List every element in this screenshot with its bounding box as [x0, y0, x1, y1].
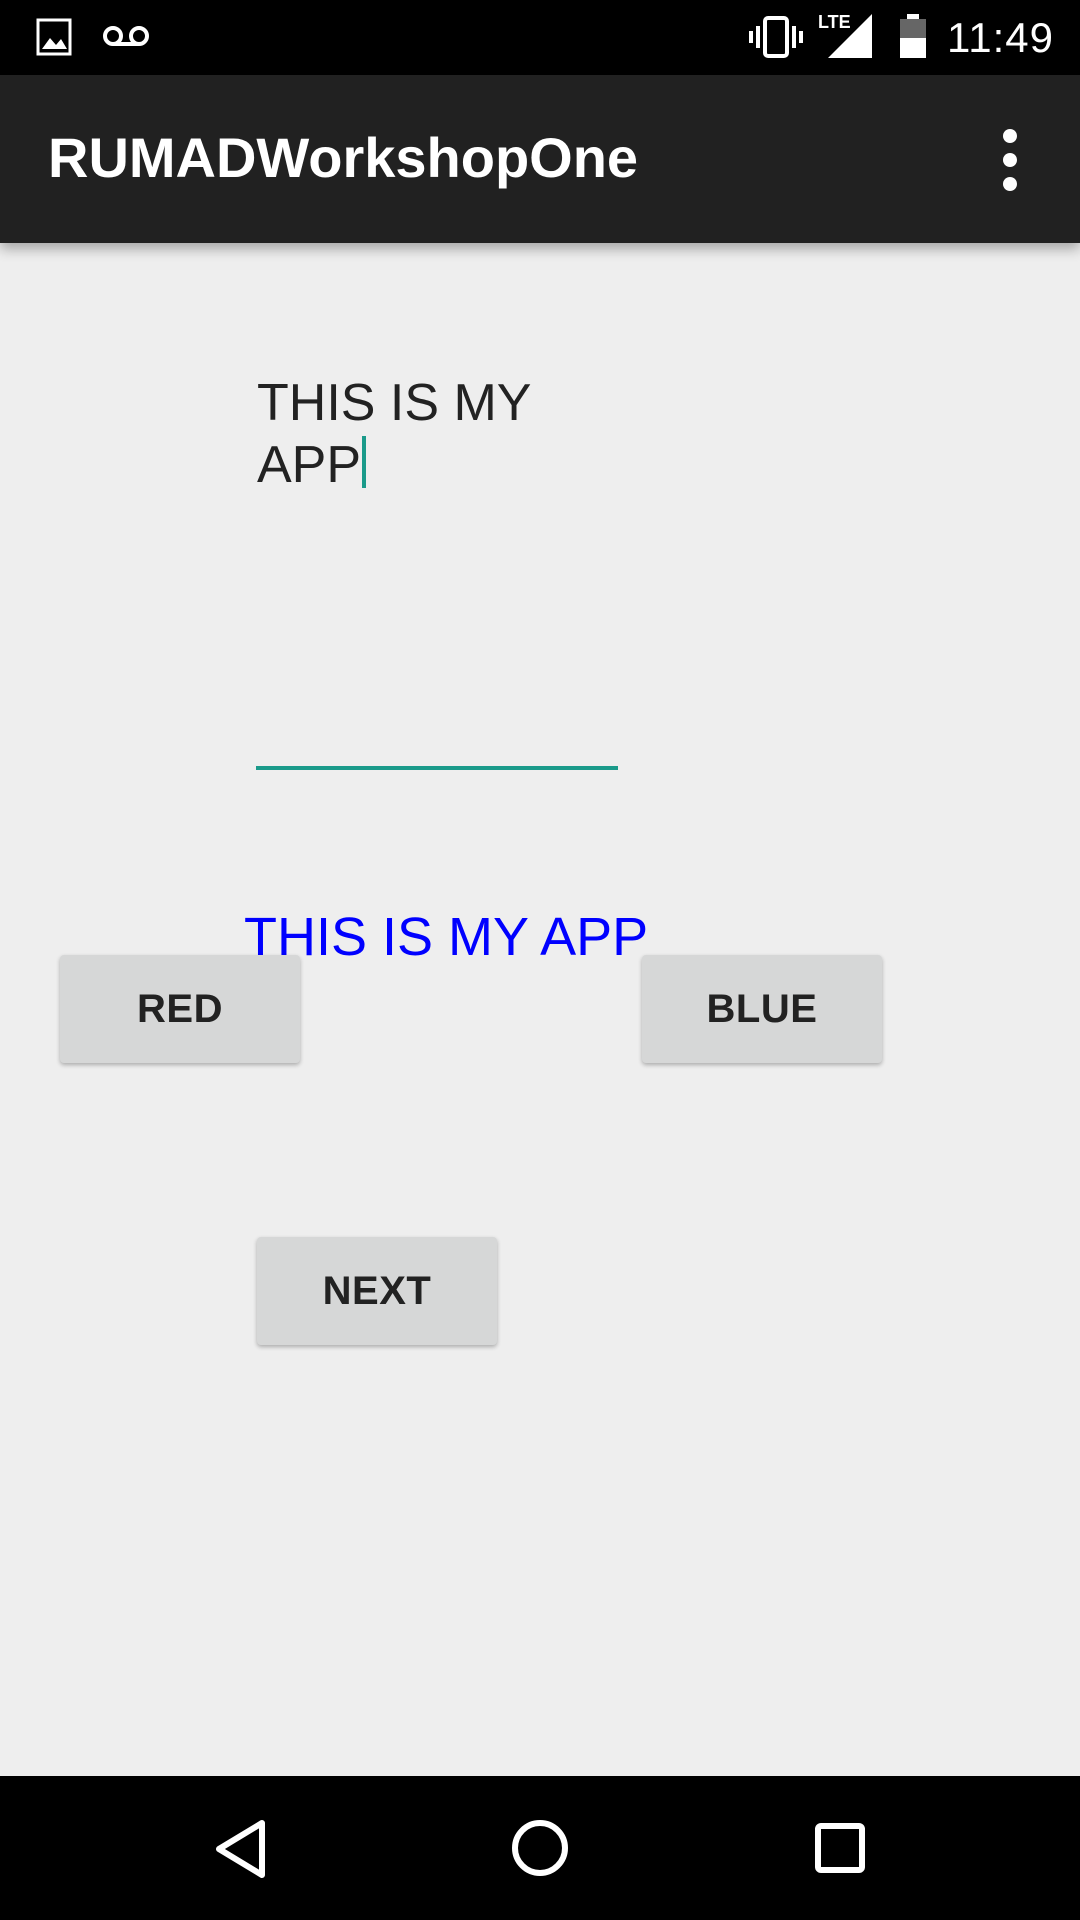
text-cursor: [362, 436, 367, 488]
blue-button[interactable]: BLUE: [642, 955, 882, 1063]
status-bar: LTE 11:49: [0, 0, 1080, 75]
next-button[interactable]: NEXT: [257, 1237, 497, 1345]
display-text: THIS IS MY APP: [244, 907, 649, 967]
recents-icon[interactable]: [814, 1822, 866, 1874]
home-icon[interactable]: [510, 1818, 570, 1878]
vibrate-icon: [749, 16, 803, 58]
overflow-dot: [1003, 129, 1017, 143]
lte-label: LTE: [818, 12, 851, 32]
red-button[interactable]: RED: [60, 955, 300, 1063]
app-bar: RUMADWorkshopOne: [0, 75, 1080, 243]
voicemail-icon: [103, 26, 149, 46]
lte-signal-icon: LTE: [818, 12, 874, 60]
text-input-value: THIS IS MY APP: [257, 374, 531, 494]
app-title: RUMADWorkshopOne: [48, 126, 639, 189]
back-icon[interactable]: [212, 1818, 270, 1880]
overflow-dot: [1003, 153, 1017, 167]
clock: 11:49: [947, 14, 1054, 61]
image-notification-icon: [36, 18, 72, 56]
navigation-bar: [0, 1776, 1080, 1920]
text-input[interactable]: THIS IS MY APP: [256, 372, 618, 532]
text-input-underline: [256, 766, 618, 770]
battery-icon: [900, 14, 926, 58]
overflow-dot: [1003, 177, 1017, 191]
overflow-menu-button[interactable]: [982, 127, 1038, 193]
